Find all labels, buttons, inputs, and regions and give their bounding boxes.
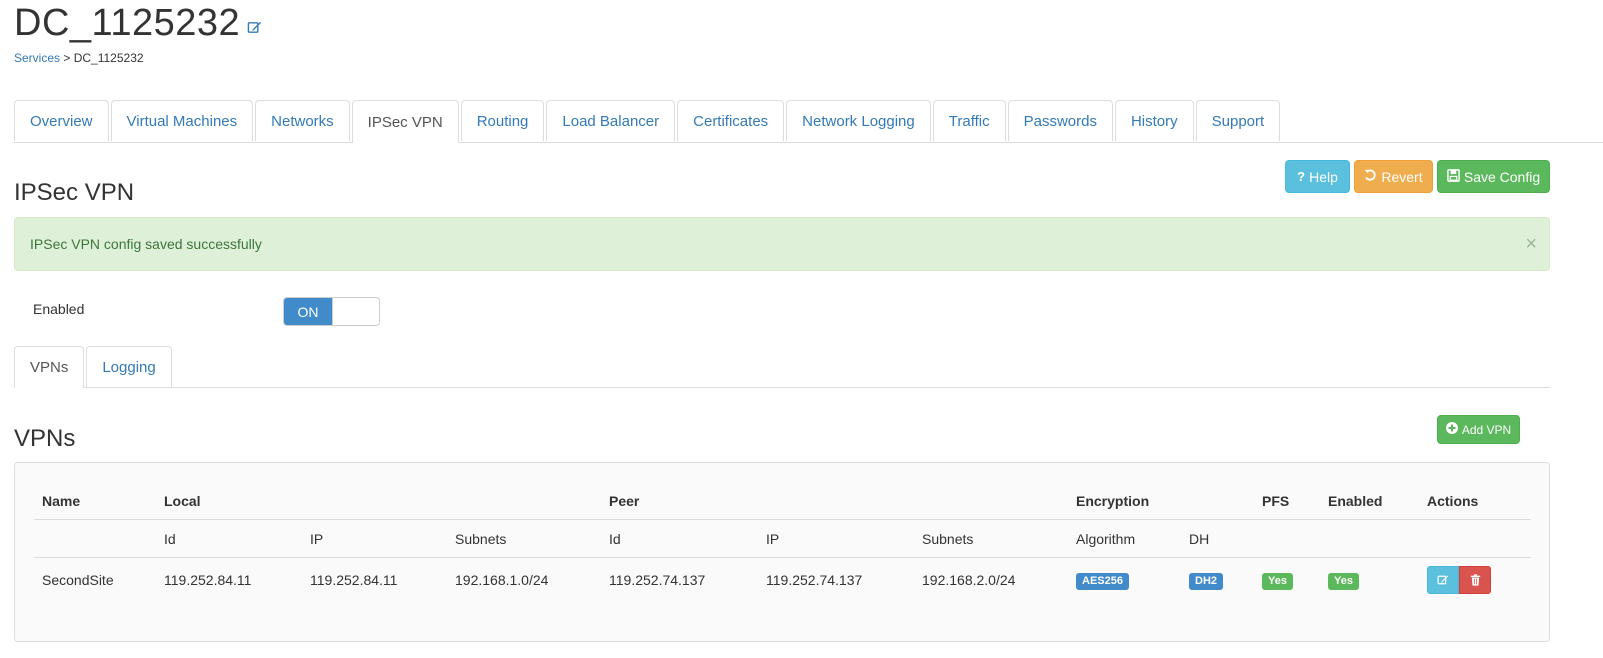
success-alert: IPSec VPN config saved successfully × xyxy=(14,217,1550,271)
tab-certificates[interactable]: Certificates xyxy=(677,100,785,141)
tab-routing[interactable]: Routing xyxy=(460,100,545,141)
tab-network-logging[interactable]: Network Logging xyxy=(786,100,931,141)
subtab-vpns[interactable]: VPNs xyxy=(14,346,85,388)
tab-virtual-machines[interactable]: Virtual Machines xyxy=(110,100,254,141)
breadcrumb-current: DC_1125232 xyxy=(73,51,144,65)
edit-vpn-button[interactable] xyxy=(1427,566,1459,594)
page-title-container: DC_1125232 xyxy=(14,2,262,45)
table-row: SecondSite 119.252.84.11 119.252.84.11 1… xyxy=(34,558,1531,603)
table-header-row: Name Local Peer Encryption PFS Enabled A… xyxy=(34,482,1531,520)
subheader-peer-ip: IP xyxy=(758,519,914,558)
dh-badge: DH2 xyxy=(1189,572,1224,590)
revert-button[interactable]: Revert xyxy=(1354,160,1433,193)
subheader-empty xyxy=(1419,519,1531,558)
subheader-algorithm: Algorithm xyxy=(1068,519,1181,558)
breadcrumb-services-link[interactable]: Services xyxy=(14,51,60,65)
subheader-peer-subnets: Subnets xyxy=(914,519,1068,558)
subheader-dh: DH xyxy=(1181,519,1254,558)
subheader-empty xyxy=(1254,519,1320,558)
enabled-toggle[interactable]: ON xyxy=(283,297,380,326)
header-local: Local xyxy=(156,482,601,520)
header-encryption: Encryption xyxy=(1068,482,1254,520)
vpn-dh-cell: DH2 xyxy=(1181,558,1254,603)
tab-ipsec-vpn[interactable]: IPSec VPN xyxy=(351,100,459,143)
header-peer: Peer xyxy=(601,482,1068,520)
breadcrumb-separator: > xyxy=(63,51,71,65)
toggle-off-handle xyxy=(332,298,379,325)
vpn-local-ip: 119.252.84.11 xyxy=(310,572,398,588)
tab-networks[interactable]: Networks xyxy=(255,100,350,141)
help-button-label: Help xyxy=(1309,168,1338,185)
table-subheader-row: Id IP Subnets Id IP Subnets Algorithm DH xyxy=(34,519,1531,558)
revert-button-label: Revert xyxy=(1381,168,1423,185)
tab-traffic[interactable]: Traffic xyxy=(932,100,1006,141)
header-name: Name xyxy=(34,482,156,520)
pfs-badge: Yes xyxy=(1262,572,1293,590)
subheader-empty xyxy=(34,519,156,558)
help-button[interactable]: ? Help xyxy=(1285,160,1350,193)
trash-icon xyxy=(1470,574,1480,586)
vpn-peer-subnets: 192.168.2.0/24 xyxy=(922,572,1016,588)
vpns-table: Name Local Peer Encryption PFS Enabled A… xyxy=(34,482,1531,602)
vpn-algorithm-cell: AES256 xyxy=(1068,558,1181,603)
edit-title-icon[interactable] xyxy=(246,20,262,36)
enabled-badge: Yes xyxy=(1328,572,1359,590)
page-title: DC_1125232 xyxy=(14,2,241,44)
header-enabled: Enabled xyxy=(1320,482,1419,520)
subheader-local-id: Id xyxy=(156,519,302,558)
vpns-title: VPNs xyxy=(14,425,76,452)
vpn-local-subnets: 192.168.1.0/24 xyxy=(455,572,549,588)
tab-load-balancer[interactable]: Load Balancer xyxy=(546,100,676,141)
vpn-peer-id: 119.252.74.137 xyxy=(609,572,706,588)
row-actions xyxy=(1427,566,1491,594)
subtab-logging[interactable]: Logging xyxy=(86,346,172,387)
add-vpn-button[interactable]: Add VPN xyxy=(1437,415,1520,444)
save-config-button[interactable]: Save Config xyxy=(1437,160,1550,193)
algorithm-badge: AES256 xyxy=(1076,572,1129,590)
subheader-empty xyxy=(1320,519,1419,558)
breadcrumb: Services > DC_1125232 xyxy=(14,51,144,65)
subheader-peer-id: Id xyxy=(601,519,758,558)
add-vpn-button-label: Add VPN xyxy=(1461,422,1512,437)
toggle-on-label: ON xyxy=(284,298,332,325)
vpn-peer-ip: 119.252.74.137 xyxy=(766,572,863,588)
edit-icon xyxy=(1437,575,1449,585)
tab-passwords[interactable]: Passwords xyxy=(1007,100,1113,141)
floppy-disk-icon xyxy=(1447,168,1460,185)
header-actions: Actions xyxy=(1419,482,1531,520)
undo-icon xyxy=(1364,169,1377,185)
vpns-panel: Name Local Peer Encryption PFS Enabled A… xyxy=(14,462,1550,642)
vpn-pfs-cell: Yes xyxy=(1254,558,1320,603)
header-pfs: PFS xyxy=(1254,482,1320,520)
alert-message: IPSec VPN config saved successfully xyxy=(30,236,262,252)
main-tabs: Overview Virtual Machines Networks IPSec… xyxy=(14,100,1603,143)
vpn-local-id: 119.252.84.11 xyxy=(164,572,252,588)
plus-circle-icon xyxy=(1445,422,1458,437)
section-title: IPSec VPN xyxy=(14,179,135,206)
question-icon: ? xyxy=(1297,169,1306,184)
tab-overview[interactable]: Overview xyxy=(14,100,109,141)
subheader-local-ip: IP xyxy=(302,519,447,558)
save-config-button-label: Save Config xyxy=(1463,168,1541,185)
sub-tabs: VPNs Logging xyxy=(14,346,1550,388)
vpn-actions-cell xyxy=(1419,558,1531,603)
vpn-name: SecondSite xyxy=(42,572,114,588)
enabled-label: Enabled xyxy=(33,301,85,317)
subheader-local-subnets: Subnets xyxy=(447,519,601,558)
tab-support[interactable]: Support xyxy=(1195,100,1281,141)
close-icon[interactable]: × xyxy=(1525,233,1537,256)
tab-history[interactable]: History xyxy=(1114,100,1194,141)
delete-vpn-button[interactable] xyxy=(1459,566,1491,594)
vpn-enabled-cell: Yes xyxy=(1320,558,1419,603)
